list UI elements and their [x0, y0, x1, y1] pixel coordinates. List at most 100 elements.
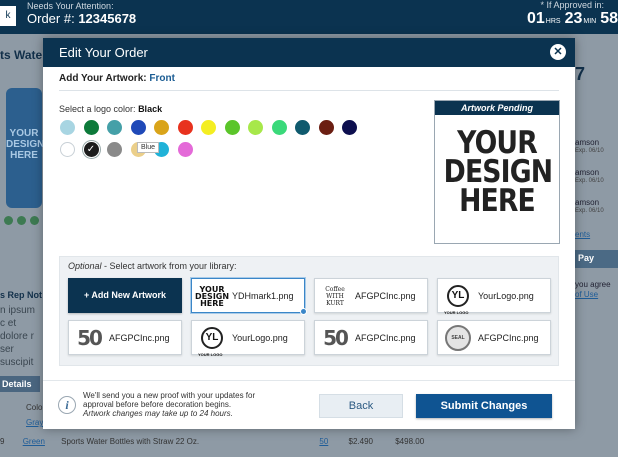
proof-list-item[interactable]: amson Exp. 06/10: [575, 138, 604, 156]
order-prefix: Order #:: [27, 11, 75, 26]
color-swatch[interactable]: [318, 120, 334, 135]
color-swatch[interactable]: [107, 120, 122, 135]
color-swatch[interactable]: [60, 142, 75, 157]
color-swatch[interactable]: [60, 120, 75, 135]
color-dot: [4, 216, 13, 225]
color-dot: [17, 216, 26, 225]
library-file-card[interactable]: YOUR DESIGN HERE YDHmark1.png: [191, 278, 307, 315]
color-swatch[interactable]: [295, 120, 310, 135]
artwork-pending-label: Artwork Pending: [435, 101, 559, 115]
file-thumbnail: 50: [74, 324, 104, 352]
library-file-card[interactable]: Coffee WITH KURT AFGPCInc.png: [314, 278, 428, 313]
info-icon: i: [58, 396, 76, 414]
file-thumbnail: 50: [320, 324, 350, 352]
color-swatch[interactable]: [107, 142, 122, 157]
details-column-header: Colo: [26, 403, 43, 412]
color-swatch[interactable]: [224, 120, 240, 135]
divider: [59, 90, 559, 91]
library-file-card[interactable]: YL YOUR LOGO YourLogo.png: [191, 320, 305, 357]
proof-name: amson: [575, 138, 600, 147]
fifty-thumb-text: 50: [77, 326, 103, 350]
library-file-card[interactable]: SEAL AFGPCInc.png: [437, 320, 551, 355]
close-icon[interactable]: ✕: [550, 44, 566, 60]
edit-order-modal: Edit Your Order ✕ Add Your Artwork: Fron…: [43, 38, 575, 429]
comments-link[interactable]: ents: [575, 230, 590, 239]
order-header: k Needs Your Attention: Order #: 1234567…: [0, 0, 618, 34]
row-quantity-link[interactable]: 50: [319, 437, 328, 446]
file-name: YourLogo.png: [478, 291, 534, 301]
logo-color-value: Black: [138, 104, 163, 114]
library-file-card[interactable]: 50 AFGPCInc.png: [68, 320, 182, 355]
color-swatch[interactable]: [342, 120, 357, 135]
agree-text: you agree: [575, 280, 611, 289]
color-swatch[interactable]: [248, 120, 263, 135]
yl-thumb-text: YL YOUR LOGO: [444, 285, 469, 315]
color-swatch[interactable]: [130, 120, 146, 135]
countdown-timer: 01HRS 23MIN 58: [527, 10, 618, 28]
ydh-thumb-text: YOUR DESIGN HERE: [194, 284, 230, 308]
yl-thumb-text: YL YOUR LOGO: [198, 327, 223, 357]
row-number: 9: [0, 437, 5, 446]
details-row: 9 Green Sports Water Bottles with Straw …: [0, 437, 424, 446]
row-color-link[interactable]: Green: [23, 437, 45, 446]
timer-hours-unit: HRS: [545, 18, 561, 25]
modal-title: Edit Your Order: [59, 45, 148, 60]
timer-minutes: 23: [564, 10, 583, 27]
submit-changes-button[interactable]: Submit Changes: [416, 394, 552, 418]
color-swatch[interactable]: [201, 120, 216, 135]
color-swatch[interactable]: [271, 120, 287, 135]
proof-name: amson: [575, 198, 600, 207]
back-nav-button[interactable]: k: [0, 6, 16, 26]
color-dot: [30, 216, 39, 225]
artwork-location-label: Add Your Artwork:: [59, 73, 147, 84]
file-name: AFGPCInc.png: [355, 333, 416, 343]
library-prompt: - Select artwork from your library:: [101, 261, 237, 271]
library-optional: Optional: [68, 261, 102, 271]
modal-header: Edit Your Order ✕: [43, 38, 575, 67]
pay-heading: Pay: [572, 250, 618, 268]
timer-hours: 01: [526, 10, 545, 27]
color-swatch[interactable]: ✓: [83, 142, 99, 157]
artwork-preview: Artwork Pending YOUR DESIGN HERE: [434, 100, 560, 244]
rep-notes-text: n ipsum c et dolore r ser suscipit: [0, 305, 36, 368]
artwork-location-value: Front: [149, 73, 175, 84]
artwork-library: Optional - Select artwork from your libr…: [59, 256, 559, 366]
proof-name: amson: [575, 168, 600, 177]
color-tooltip: Blue: [137, 142, 160, 153]
file-thumbnail: YL YOUR LOGO: [443, 282, 473, 315]
summary-number: 7: [575, 64, 586, 84]
color-swatch[interactable]: [154, 120, 169, 135]
timer-seconds: 58: [600, 10, 618, 27]
file-name: AFGPCInc.png: [478, 333, 539, 343]
seal-thumb-text: SEAL: [445, 325, 471, 351]
row-color-link[interactable]: Gray: [26, 418, 43, 427]
back-button[interactable]: Back: [319, 394, 403, 418]
proof-date: Exp. 06/10: [575, 208, 604, 214]
info-line-2: Artwork changes may take up to 24 hours.: [83, 409, 233, 418]
logo-color-label: Select a logo color: Black: [59, 104, 162, 114]
proof-date: Exp. 06/10: [575, 148, 604, 154]
attention-label: Needs Your Attention:: [27, 1, 114, 11]
artwork-preview-image: YOUR DESIGN HERE: [443, 125, 553, 219]
row-description: Sports Water Bottles with Straw 22 Oz.: [61, 437, 200, 446]
file-thumbnail: YOUR DESIGN HERE: [194, 282, 230, 310]
proof-list-item[interactable]: amson Exp. 06/10: [575, 168, 604, 186]
add-new-artwork-button[interactable]: + Add New Artwork: [68, 278, 182, 313]
kurt-thumb-text: Coffee WITH KURT: [325, 285, 345, 307]
details-row: Gray: [26, 418, 43, 427]
proof-list-item[interactable]: amson Exp. 06/10: [575, 198, 604, 216]
proof-date: Exp. 06/10: [575, 178, 604, 184]
file-name: YDHmark1.png: [232, 291, 294, 301]
library-file-card[interactable]: YL YOUR LOGO YourLogo.png: [437, 278, 551, 315]
color-swatch[interactable]: [83, 120, 99, 135]
product-image: YOUR DESIGN HERE: [6, 88, 44, 208]
color-swatch[interactable]: [177, 120, 193, 135]
fifty-thumb-text: 50: [323, 326, 349, 350]
artwork-location: Add Your Artwork: Front: [59, 73, 175, 84]
terms-link[interactable]: of Use: [575, 290, 598, 299]
file-thumbnail: SEAL: [443, 324, 473, 352]
file-name: YourLogo.png: [232, 333, 288, 343]
library-file-card[interactable]: 50 AFGPCInc.png: [314, 320, 428, 355]
color-swatch[interactable]: [177, 142, 193, 157]
check-icon: ✓: [86, 144, 96, 155]
